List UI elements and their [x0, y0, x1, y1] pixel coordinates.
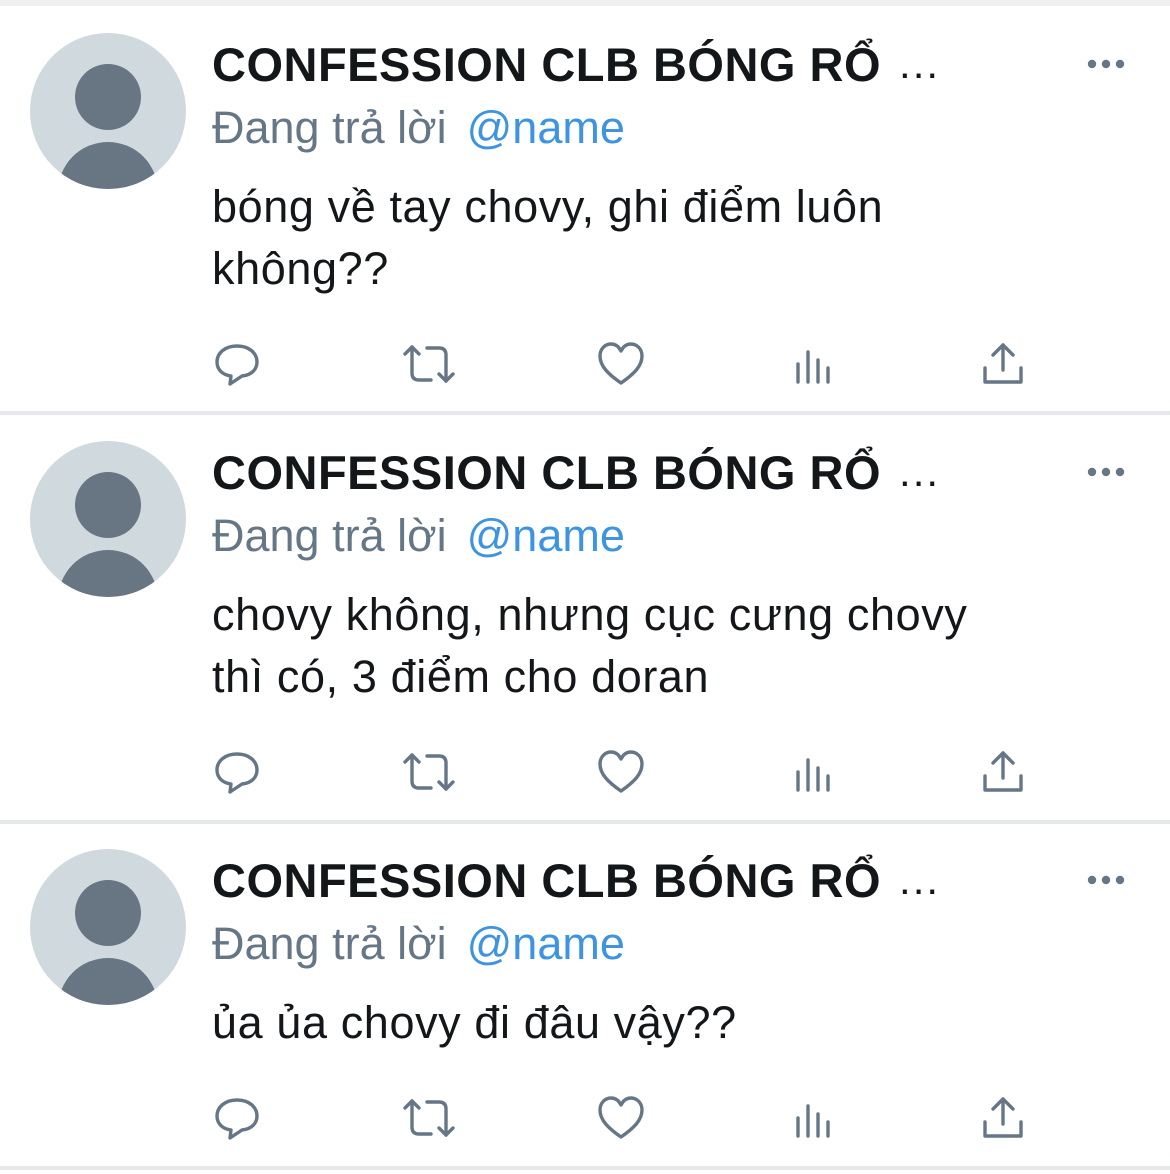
- reply-icon: [215, 344, 259, 386]
- avatar[interactable]: [30, 849, 186, 1005]
- author-display-name[interactable]: CONFESSION CLB BÓNG RỔ: [212, 853, 881, 908]
- more-horizontal-icon: [1087, 875, 1125, 885]
- tweet-2[interactable]: CONFESSION CLB BÓNG RỔ ... Đang trả lời …: [0, 415, 1170, 820]
- heart-icon: [598, 750, 644, 793]
- reply-button[interactable]: [209, 336, 265, 392]
- more-horizontal-icon: [1087, 59, 1125, 69]
- reply-button[interactable]: [209, 744, 265, 800]
- replying-to-row: Đang trả lời @name: [212, 506, 625, 566]
- like-button[interactable]: [593, 744, 649, 800]
- avatar-shoulders-shape: [58, 958, 158, 1005]
- share-icon: [983, 1097, 1023, 1138]
- analytics-icon: [796, 1104, 830, 1138]
- tweet-text: bóng về tay chovy, ghi điểm luôn không??: [212, 176, 1132, 300]
- replying-to-label: Đang trả lời: [212, 102, 447, 153]
- replying-to-handle-link[interactable]: @name: [467, 510, 625, 562]
- share-button[interactable]: [975, 744, 1031, 800]
- more-horizontal-icon: [1087, 467, 1125, 477]
- tweet-3[interactable]: CONFESSION CLB BÓNG RỔ ... Đang trả lời …: [0, 824, 1170, 1166]
- tweet-text: ủa ủa chovy đi đâu vậy??: [212, 992, 1132, 1054]
- avatar-head-shape: [75, 880, 141, 946]
- replying-to-handle-link[interactable]: @name: [467, 102, 625, 154]
- share-icon: [983, 751, 1023, 792]
- tweet-text: chovy không, nhưng cục cưng chovy thì có…: [212, 584, 1132, 708]
- avatar-shoulders-shape: [58, 142, 158, 189]
- replying-to-label: Đang trả lời: [212, 510, 447, 561]
- replying-to-row: Đang trả lời @name: [212, 98, 625, 158]
- like-button[interactable]: [593, 1090, 649, 1146]
- replying-to-handle-link[interactable]: @name: [467, 918, 625, 970]
- replying-to-row: Đang trả lời @name: [212, 914, 625, 974]
- retweet-button[interactable]: [401, 336, 457, 392]
- tweet-actions-bar: [0, 1090, 1170, 1146]
- heart-icon: [598, 342, 644, 385]
- tweet-actions-bar: [0, 336, 1170, 392]
- analytics-button[interactable]: [785, 336, 841, 392]
- avatar[interactable]: [30, 33, 186, 189]
- retweet-button[interactable]: [401, 744, 457, 800]
- reply-button[interactable]: [209, 1090, 265, 1146]
- author-row: CONFESSION CLB BÓNG RỔ ...: [212, 442, 940, 502]
- analytics-icon: [796, 350, 830, 384]
- retweet-icon: [403, 753, 455, 791]
- more-options-button[interactable]: [1082, 49, 1130, 79]
- tweet-divider: [0, 1166, 1170, 1170]
- share-icon: [983, 343, 1023, 384]
- avatar[interactable]: [30, 441, 186, 597]
- like-button[interactable]: [593, 336, 649, 392]
- author-name-ellipsis: ...: [899, 856, 941, 903]
- retweet-icon: [403, 1099, 455, 1137]
- tweet-text-line: chovy không, nhưng cục cưng chovy: [212, 589, 968, 640]
- reply-icon: [215, 752, 259, 794]
- tweet-actions-bar: [0, 744, 1170, 800]
- author-name-ellipsis: ...: [899, 448, 941, 495]
- tweet-text-line: thì có, 3 điểm cho doran: [212, 651, 710, 702]
- author-display-name[interactable]: CONFESSION CLB BÓNG RỔ: [212, 37, 881, 92]
- analytics-icon: [796, 758, 830, 792]
- heart-icon: [598, 1096, 644, 1139]
- tweet-text-line: ủa ủa chovy đi đâu vậy??: [212, 997, 737, 1048]
- share-button[interactable]: [975, 336, 1031, 392]
- reply-icon: [215, 1098, 259, 1140]
- author-display-name[interactable]: CONFESSION CLB BÓNG RỔ: [212, 445, 881, 500]
- more-options-button[interactable]: [1082, 457, 1130, 487]
- analytics-button[interactable]: [785, 744, 841, 800]
- more-options-button[interactable]: [1082, 865, 1130, 895]
- author-row: CONFESSION CLB BÓNG RỔ ...: [212, 850, 940, 910]
- analytics-button[interactable]: [785, 1090, 841, 1146]
- avatar-head-shape: [75, 472, 141, 538]
- author-name-ellipsis: ...: [899, 40, 941, 87]
- retweet-button[interactable]: [401, 1090, 457, 1146]
- author-row: CONFESSION CLB BÓNG RỔ ...: [212, 34, 940, 94]
- tweet-text-line: không??: [212, 243, 389, 294]
- retweet-icon: [403, 345, 455, 383]
- replying-to-label: Đang trả lời: [212, 918, 447, 969]
- tweet-1[interactable]: CONFESSION CLB BÓNG RỔ ... Đang trả lời …: [0, 6, 1170, 411]
- tweet-text-line: bóng về tay chovy, ghi điểm luôn: [212, 181, 884, 232]
- avatar-head-shape: [75, 64, 141, 130]
- avatar-shoulders-shape: [58, 550, 158, 597]
- share-button[interactable]: [975, 1090, 1031, 1146]
